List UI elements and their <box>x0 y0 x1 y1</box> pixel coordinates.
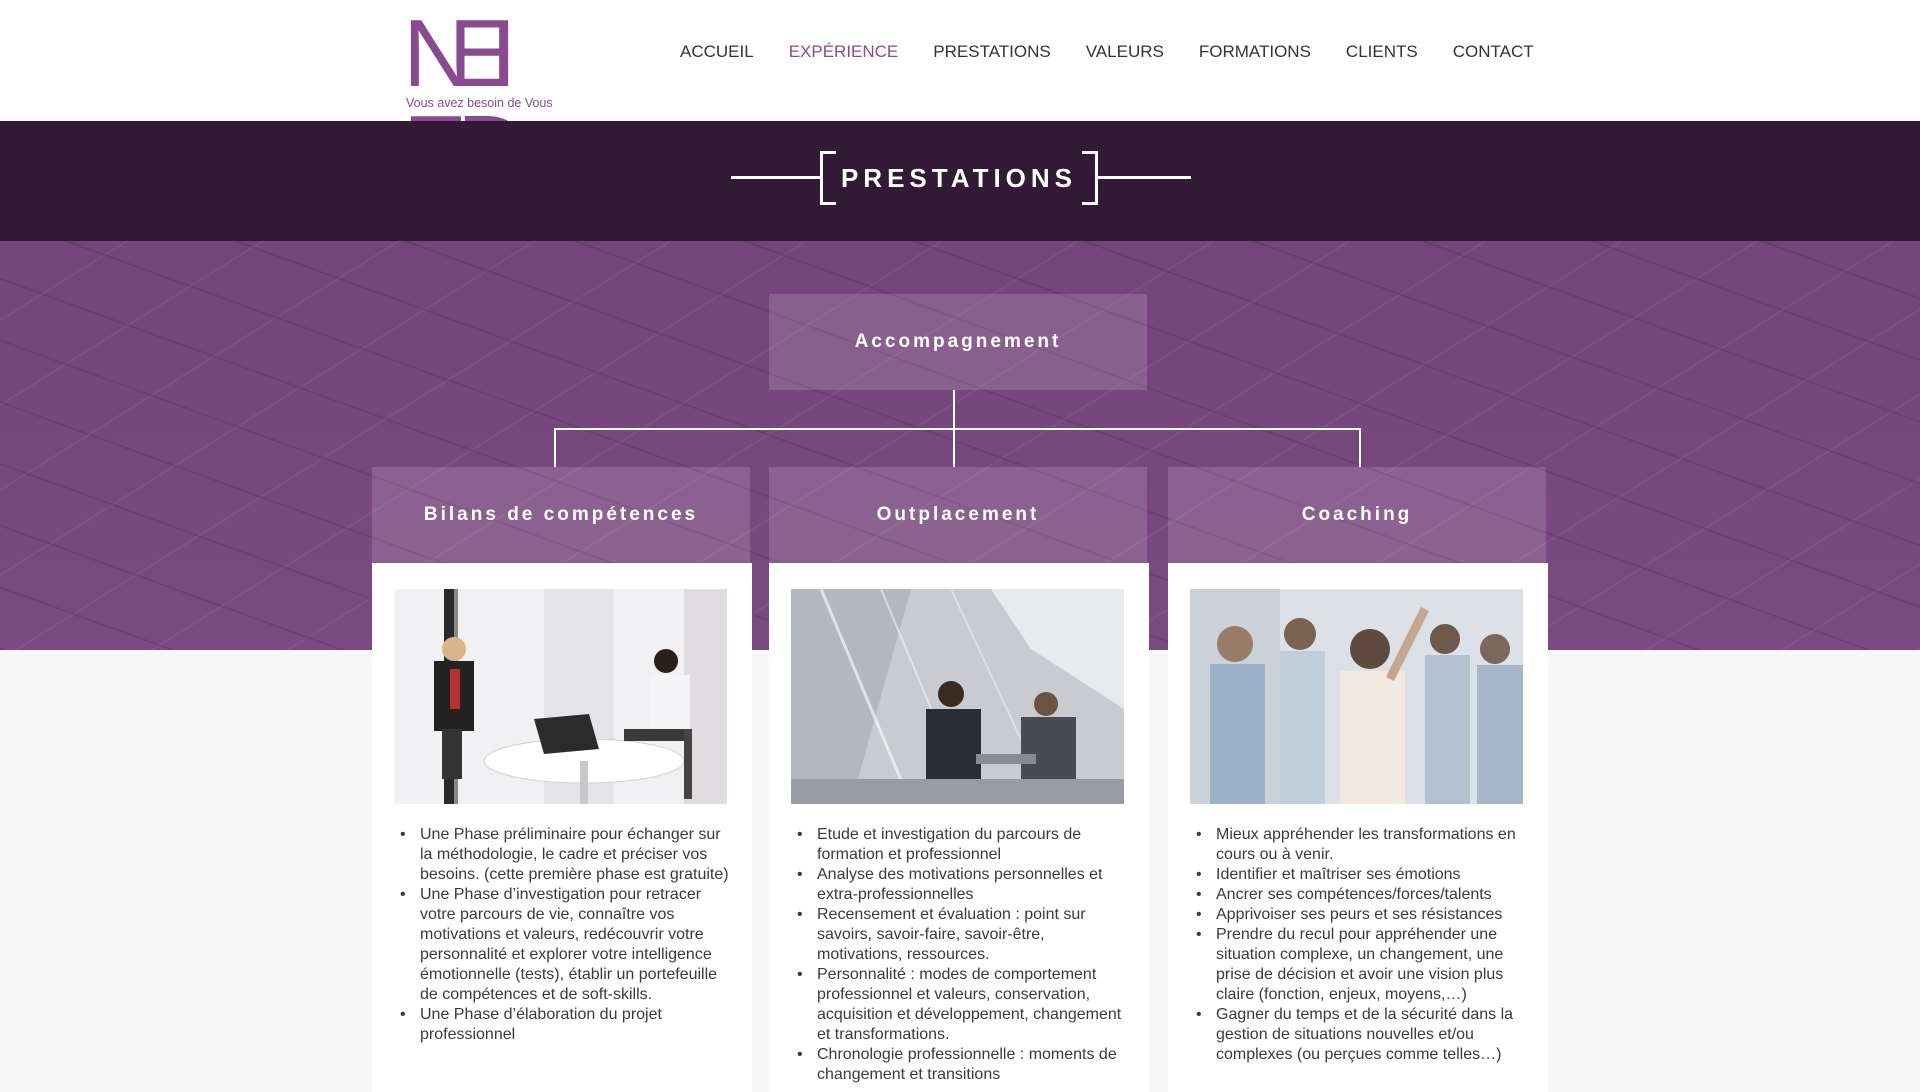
list-item: Mieux appréhender les transformations en… <box>1194 825 1529 865</box>
nav-item-valeurs[interactable]: VALEURS <box>1086 42 1164 72</box>
page: NEED Vous avez besoin de Vous ACCUEIL EX… <box>0 0 1920 1092</box>
list-item: Chronologie professionnelle : moments de… <box>795 1045 1130 1085</box>
logo-tagline: Vous avez besoin de Vous <box>406 96 553 110</box>
column-head-outplacement: Outplacement <box>769 467 1147 563</box>
list-bilans: Une Phase préliminaire pour échanger sur… <box>398 825 733 1045</box>
list-item: Apprivoiser ses peurs et ses résistances <box>1194 905 1529 925</box>
list-item: Identifier et maîtriser ses émotions <box>1194 865 1529 885</box>
list-item: Une Phase préliminaire pour échanger sur… <box>398 825 733 885</box>
list-item: Gagner du temps et de la sécurité dans l… <box>1194 1005 1529 1065</box>
site-header: NEED Vous avez besoin de Vous ACCUEIL EX… <box>0 0 1920 198</box>
nav-item-prestations[interactable]: PRESTATIONS <box>933 42 1050 72</box>
list-item: Une Phase d’investigation pour retracer … <box>398 885 733 1005</box>
title-line-right <box>1095 176 1191 179</box>
connector-horizontal <box>554 428 1361 430</box>
column-head-bilans: Bilans de compétences <box>372 467 750 563</box>
title-line-left <box>731 176 823 179</box>
list-coaching: Mieux appréhender les transformations en… <box>1194 825 1529 1065</box>
card-outplacement: Etude et investigation du parcours de fo… <box>769 563 1149 1092</box>
connector-right <box>1359 428 1361 467</box>
list-item: Ancrer ses compétences/forces/talents <box>1194 885 1529 905</box>
nav-item-contact[interactable]: CONTACT <box>1453 42 1534 72</box>
list-item: Etude et investigation du parcours de fo… <box>795 825 1130 865</box>
card-bilans: Une Phase préliminaire pour échanger sur… <box>372 563 752 1092</box>
nav-item-experience[interactable]: EXPÉRIENCE <box>789 42 899 72</box>
nav-item-accueil[interactable]: ACCUEIL <box>680 42 754 72</box>
main-nav: ACCUEIL EXPÉRIENCE PRESTATIONS VALEURS F… <box>680 42 1534 72</box>
photo-meeting <box>394 589 727 804</box>
list-item: Recensement et évaluation : point sur sa… <box>795 905 1130 965</box>
column-head-coaching: Coaching <box>1168 467 1546 563</box>
list-item: Une Phase d’élaboration du projet profes… <box>398 1005 733 1045</box>
nav-item-formations[interactable]: FORMATIONS <box>1199 42 1311 72</box>
photo-business-meeting <box>791 589 1124 804</box>
bracket-left <box>820 151 836 205</box>
list-outplacement: Etude et investigation du parcours de fo… <box>795 825 1130 1085</box>
photo-team-coaching <box>1190 589 1523 804</box>
list-item: Personnalité : modes de comportement pro… <box>795 965 1130 1045</box>
list-item: Analyse des motivations personnelles et … <box>795 865 1130 905</box>
root-box: Accompagnement <box>769 294 1147 390</box>
section-title: PRESTATIONS <box>840 163 1078 193</box>
card-coaching: Mieux appréhender les transformations en… <box>1168 563 1548 1092</box>
section-title-band: PRESTATIONS <box>0 121 1920 241</box>
logo[interactable]: NEED Vous avez besoin de Vous <box>400 0 570 198</box>
nav-item-clients[interactable]: CLIENTS <box>1346 42 1418 72</box>
list-item: Prendre du recul pour appréhender une si… <box>1194 925 1529 1005</box>
connector-left <box>554 428 556 467</box>
